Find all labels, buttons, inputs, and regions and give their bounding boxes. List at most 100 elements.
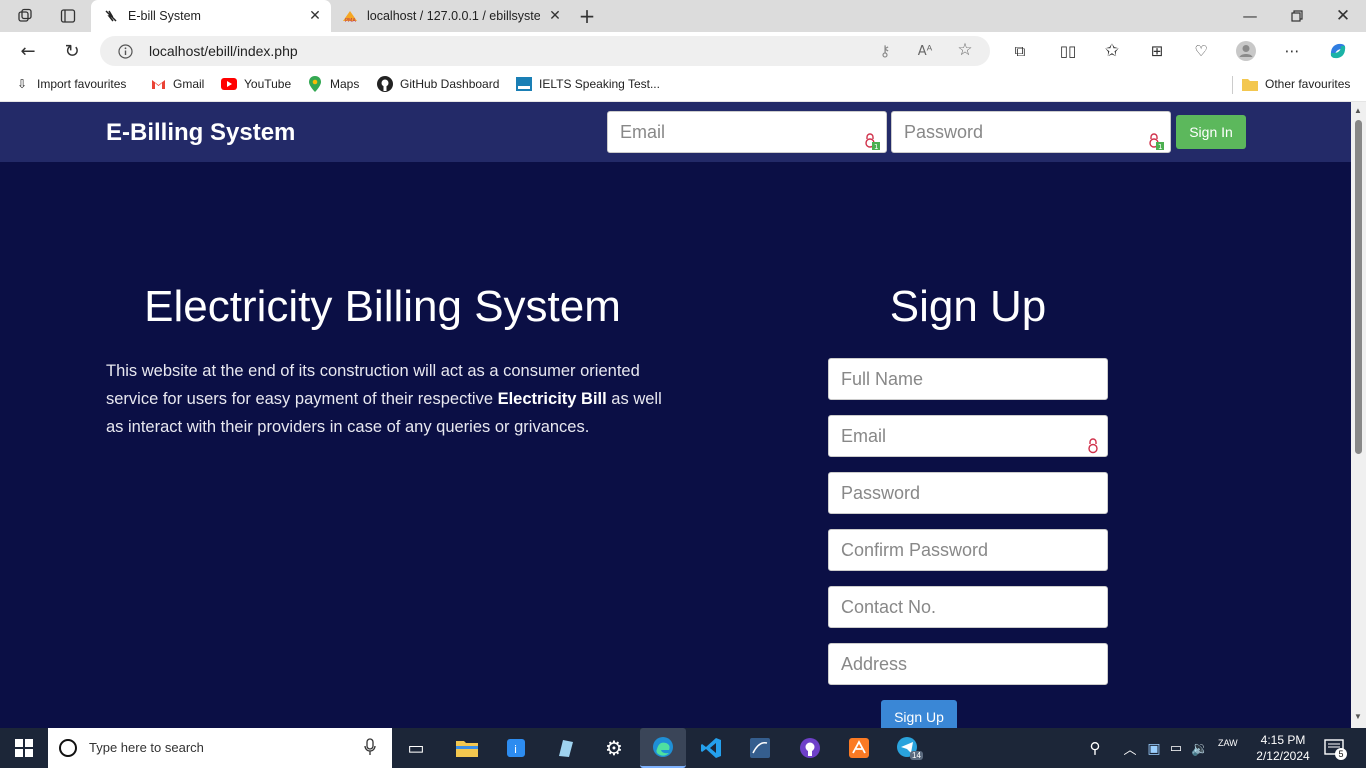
collections-icon[interactable]: ⊞ [1146,41,1168,61]
close-window-icon[interactable]: ✕ [1333,6,1353,26]
bolt-icon [103,8,119,24]
xampp-icon[interactable] [845,734,873,762]
scroll-thumb[interactable] [1355,120,1362,454]
placeholder: Full Name [841,369,924,389]
nav-email-input[interactable]: Email 1 [607,111,887,153]
split-screen-icon[interactable]: ▯▯ [1057,41,1079,61]
tab-ebill-system[interactable]: E-bill System ✕ [91,0,331,32]
nav-email-placeholder: Email [620,122,666,142]
full-name-field[interactable]: Full Name [828,358,1108,400]
edge-icon[interactable] [640,728,686,768]
favorites-icon[interactable]: ✩ [1101,41,1123,61]
fav-label: IELTS Speaking Test... [539,77,660,91]
fav-gmail[interactable]: Gmail [150,70,204,98]
app-icon[interactable]: i [502,734,530,762]
fav-other-favourites[interactable]: Other favourites [1242,70,1350,98]
more-options-icon[interactable]: ⋯ [1281,41,1303,61]
mysql-workbench-icon[interactable] [746,734,774,762]
notepad-icon[interactable] [551,734,579,762]
vertical-tabs-icon[interactable] [57,6,79,26]
password-manager-icon[interactable] [1087,428,1099,454]
site-brand[interactable]: E-Billing System [106,119,295,147]
password-manager-icon[interactable]: 1 [1148,124,1164,151]
signup-title: Sign Up [889,282,1047,331]
tab-phpmyadmin[interactable]: PMA localhost / 127.0.0.1 / ebillsystem … [331,0,571,32]
favorites-bar: ⇩ Import favourites Gmail YouTube Maps G… [0,70,1366,102]
import-icon: ⇩ [16,77,28,91]
extensions-icon[interactable]: ⧉ [1009,41,1031,61]
password-manager-icon[interactable]: 1 [864,124,880,151]
read-aloud-icon[interactable]: Aᴬ [916,42,934,60]
github-icon [377,76,393,92]
telegram-icon[interactable]: 14 [894,734,923,762]
address-bar-row: ← ↻ localhost/ebill/index.php ⚷ Aᴬ ☆ ⧉ ▯… [0,32,1366,70]
fav-import[interactable]: ⇩ Import favourites [14,70,126,98]
vscode-icon[interactable] [697,734,725,762]
placeholder: Address [841,654,908,674]
svg-text:1: 1 [874,143,878,150]
fav-ielts[interactable]: IELTS Speaking Test... [516,70,660,98]
url-text: localhost/ebill/index.php [149,43,298,59]
hero-desc-bold: Electricity Bill [497,390,607,408]
fav-label: Import favourites [37,77,127,91]
performance-icon[interactable]: ♡ [1190,41,1212,61]
favorite-star-icon[interactable]: ☆ [956,40,974,60]
taskbar-clock[interactable]: 4:15 PM 2/12/2024 [1248,732,1318,764]
search-icon [58,738,78,758]
maps-icon [307,76,323,92]
contact-number-field[interactable]: Contact No. [828,586,1108,628]
task-view-icon[interactable]: ▭ [402,734,430,762]
divider [1232,76,1233,94]
language-indicator[interactable]: ZAW [1218,738,1238,748]
file-explorer-icon[interactable] [453,734,481,762]
tab-title: localhost / 127.0.0.1 / ebillsystem [367,9,540,23]
workspaces-icon[interactable] [14,6,36,26]
restore-icon[interactable] [1287,6,1307,26]
windows-start-icon[interactable] [10,734,38,762]
signup-password-field[interactable]: Password [828,472,1108,514]
phpmyadmin-icon: PMA [341,9,359,24]
nav-password-placeholder: Password [904,122,984,142]
tab-title: E-bill System [128,9,201,23]
signup-email-field[interactable]: Email [828,415,1108,457]
info-icon[interactable] [117,43,133,59]
volume-icon[interactable]: 🔉 [1186,734,1214,762]
close-tab-icon[interactable]: ✕ [547,8,563,24]
placeholder: Confirm Password [841,540,989,560]
close-tab-icon[interactable]: ✕ [307,8,323,24]
sign-in-button[interactable]: Sign In [1176,115,1246,149]
github-desktop-icon[interactable] [796,734,824,762]
copilot-icon[interactable] [1326,39,1350,63]
scroll-up-icon[interactable]: ▲ [1354,106,1362,115]
back-icon[interactable]: ← [17,41,39,62]
svg-text:i: i [514,743,517,756]
telegram-badge: 14 [910,751,923,760]
scroll-down-icon[interactable]: ▼ [1354,712,1362,721]
taskbar-search-input[interactable]: Type here to search [48,728,392,768]
new-tab-icon[interactable]: + [576,4,598,28]
svg-text:1: 1 [1158,143,1162,150]
placeholder: Email [841,426,887,446]
key-icon[interactable]: ⚷ [876,42,894,60]
people-icon[interactable]: ⚲ [1081,734,1109,762]
fav-label: YouTube [244,77,292,91]
microphone-icon[interactable] [364,738,378,758]
notifications-icon[interactable]: 5 [1320,734,1348,762]
settings-gear-icon[interactable]: ⚙ [600,734,628,762]
refresh-icon[interactable]: ↻ [61,41,83,62]
fav-youtube[interactable]: YouTube [221,70,291,98]
fav-github[interactable]: GitHub Dashboard [377,70,499,98]
page-scrollbar[interactable]: ▲ ▼ [1351,102,1366,728]
confirm-password-field[interactable]: Confirm Password [828,529,1108,571]
main-content: Electricity Billing System This website … [0,162,1351,734]
minimize-icon[interactable]: — [1240,6,1260,26]
profile-avatar-icon[interactable] [1235,40,1257,62]
notification-count: 5 [1335,748,1347,760]
gmail-icon [150,76,166,92]
address-bar[interactable]: localhost/ebill/index.php ⚷ Aᴬ ☆ [100,36,990,66]
clock-time: 4:15 PM [1260,733,1306,747]
nav-password-input[interactable]: Password 1 [891,111,1171,153]
address-field[interactable]: Address [828,643,1108,685]
fav-maps[interactable]: Maps [307,70,359,98]
youtube-icon [221,76,237,92]
